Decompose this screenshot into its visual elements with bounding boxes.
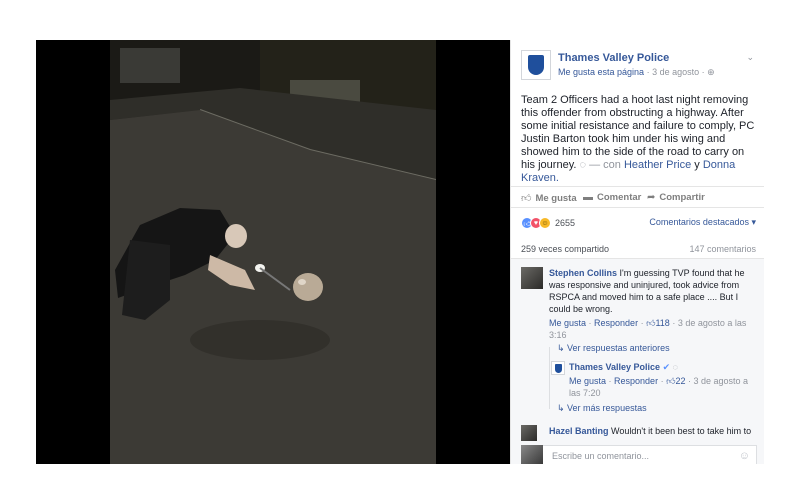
facebook-photo-theater: Thames Valley Police Me gusta esta págin… <box>0 0 800 503</box>
like-page-link[interactable]: Me gusta esta página <box>558 67 644 77</box>
reply-meta: Me gusta · Responder · 👍︎22 · 3 de agost… <box>569 376 749 398</box>
globe-icon: · ⊕ <box>701 67 715 77</box>
page-avatar[interactable] <box>551 361 565 375</box>
comment-author-link[interactable]: Stephen Collins <box>549 268 617 278</box>
share-count[interactable]: 259 veces compartido <box>521 244 609 254</box>
post-panel: Thames Valley Police Me gusta esta págin… <box>510 40 764 464</box>
reactions-summary[interactable]: 👍︎ ♥ ☺ 2655 <box>521 216 575 230</box>
share-button[interactable]: ➦ Compartir <box>647 192 705 203</box>
comment-count[interactable]: 147 comentarios <box>689 244 756 254</box>
comment-meta: Me gusta · Responder · 👍︎118 · 3 de agos… <box>549 318 747 340</box>
view-previous-replies-link[interactable]: ↳ Ver respuestas anteriores <box>557 343 670 354</box>
tagged-user-link[interactable]: Heather Price <box>624 159 691 171</box>
comments-section: Stephen Collins I'm guessing TVP found t… <box>511 258 764 464</box>
reaction-count: 2655 <box>555 218 576 228</box>
avatar[interactable] <box>521 267 543 289</box>
reply-like-link[interactable]: Me gusta <box>569 376 606 386</box>
view-more-replies-link[interactable]: ↳ Ver más respuestas <box>557 403 647 414</box>
comment-text: Wouldn't it been best to take him to <box>611 426 752 436</box>
with-label: — con <box>589 159 621 171</box>
reply-arrow-icon: ↳ <box>557 403 568 413</box>
share-icon: ➦ <box>647 192 656 203</box>
comment-filter-label: Comentarios destacados <box>649 217 749 227</box>
comment-button[interactable]: ▬ Comentar <box>583 192 641 203</box>
comment-author-link[interactable]: Hazel Banting <box>549 426 609 436</box>
like-label: Me gusta <box>535 192 577 204</box>
thumbs-up-icon: 👍︎ <box>521 193 532 204</box>
tagged-icon: ◌ <box>579 159 590 171</box>
comment-filter-dropdown[interactable]: Comentarios destacados ▾ <box>649 217 756 228</box>
post-message: Team 2 Officers had a hoot last night re… <box>521 94 759 185</box>
reply-arrow-icon: ↳ <box>557 343 568 353</box>
reply-body: Thames Valley Police ✔ ◌ <box>569 361 759 373</box>
post-actions: 👍︎ Me gusta ▬ Comentar ➦ Compartir <box>511 186 764 208</box>
view-more-replies-label: Ver más respuestas <box>567 403 647 413</box>
comment-like-count[interactable]: 118 <box>655 318 669 328</box>
verified-icon: ✔ <box>662 362 671 372</box>
reply-thread-line <box>549 347 550 409</box>
view-previous-replies-label: Ver respuestas anteriores <box>567 343 670 353</box>
page-avatar[interactable] <box>521 50 551 80</box>
comment-input[interactable]: Escribe un comentario... <box>552 451 649 461</box>
reply-reply-link[interactable]: Responder <box>614 376 658 386</box>
share-label: Compartir <box>659 192 705 203</box>
police-shield-icon <box>528 55 544 75</box>
comment-reply-link[interactable]: Responder <box>594 318 638 328</box>
post-date[interactable]: 3 de agosto <box>652 67 699 77</box>
comment-label: Comentar <box>597 192 642 203</box>
avatar[interactable] <box>521 425 537 441</box>
post-meta: Me gusta esta página · 3 de agosto · ⊕ <box>558 67 715 78</box>
comment-body: Hazel Banting Wouldn't it been best to t… <box>549 425 757 438</box>
comment-icon: ▬ <box>583 192 593 203</box>
like-button[interactable]: 👍︎ Me gusta <box>521 192 577 205</box>
reply-author-link[interactable]: Thames Valley Police <box>569 362 660 372</box>
comment-body: Stephen Collins I'm guessing TVP found t… <box>549 267 757 315</box>
post-photo[interactable] <box>110 40 436 464</box>
page-name-link[interactable]: Thames Valley Police <box>558 52 669 64</box>
and-label: y <box>694 159 700 171</box>
police-shield-icon <box>554 363 562 373</box>
haha-reaction-icon: ☺ <box>539 217 551 229</box>
tagged-icon: ◌ <box>672 362 678 372</box>
reply-like-count[interactable]: 22 <box>675 376 685 386</box>
comment-composer[interactable]: Escribe un comentario... ☺ <box>521 445 757 464</box>
comment-like-link[interactable]: Me gusta <box>549 318 586 328</box>
photo-viewer <box>36 40 510 464</box>
avatar <box>521 445 543 464</box>
emoji-icon[interactable]: ☺ <box>739 450 750 462</box>
chevron-down-icon[interactable]: ⌄ <box>746 52 754 63</box>
